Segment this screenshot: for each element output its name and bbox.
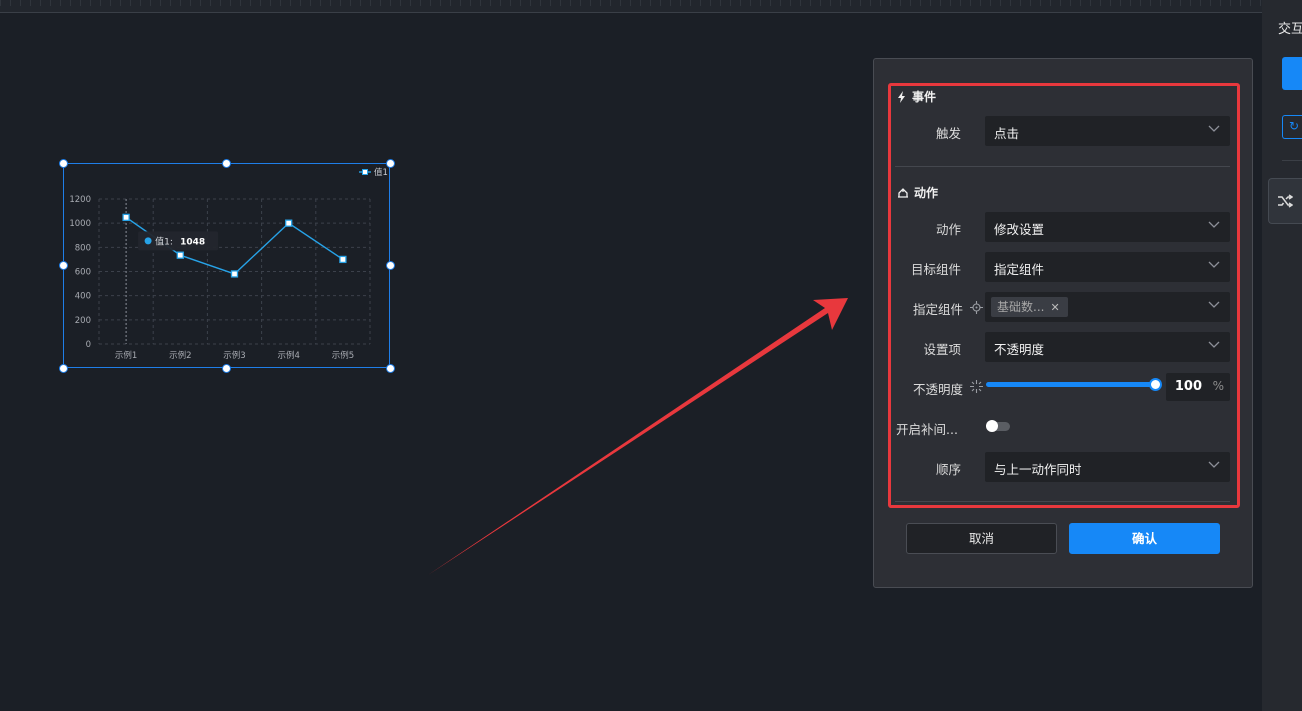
resize-handle-bl[interactable] — [59, 364, 68, 373]
x-tick-label: 示例2 — [169, 350, 191, 361]
top-ruler — [0, 0, 1262, 13]
cancel-button[interactable]: 取消 — [906, 523, 1057, 554]
target-select[interactable]: 指定组件 — [985, 252, 1230, 282]
action-select[interactable]: 修改设置 — [985, 212, 1230, 242]
tooltip-value: 1048 — [180, 237, 205, 247]
order-label: 顺序 — [935, 462, 961, 477]
selected-component-tag: 基础数... ✕ — [991, 297, 1068, 317]
data-point — [230, 270, 239, 278]
right-panel: 交互 ↻ — [1262, 0, 1302, 711]
order-select[interactable]: 与上一动作同时 — [985, 452, 1230, 482]
resize-handle-br[interactable] — [386, 364, 395, 373]
resize-handle-bc[interactable] — [222, 364, 231, 373]
add-interaction-button[interactable] — [1282, 57, 1302, 90]
y-tick-label: 1000 — [69, 219, 91, 229]
resize-handle-tc[interactable] — [222, 159, 231, 168]
x-tick-label: 示例4 — [277, 350, 299, 361]
opacity-input[interactable]: 100 % — [1166, 373, 1230, 401]
opacity-slider-handle[interactable] — [1149, 378, 1162, 391]
sparkle-icon — [970, 380, 983, 393]
section-divider — [895, 166, 1230, 167]
confirm-button[interactable]: 确认 — [1069, 523, 1220, 554]
action-label: 动作 — [935, 222, 961, 237]
tween-toggle[interactable] — [986, 420, 1010, 432]
specified-component-label: 指定组件 — [913, 302, 964, 317]
trigger-select[interactable]: 点击 — [985, 116, 1230, 146]
section-divider — [895, 501, 1230, 502]
tween-label: 开启补间... — [896, 422, 958, 437]
x-tick-label: 示例3 — [223, 350, 245, 361]
opacity-slider-track[interactable] — [986, 382, 1156, 387]
resize-handle-mr[interactable] — [386, 261, 395, 270]
action-icon — [898, 188, 908, 198]
setting-label: 设置项 — [923, 342, 961, 357]
y-tick-label: 600 — [75, 268, 91, 278]
remove-tag-icon[interactable]: ✕ — [1050, 301, 1059, 314]
chevron-down-icon — [1208, 125, 1220, 132]
setting-select[interactable]: 不透明度 — [985, 332, 1230, 362]
tab-interaction[interactable]: 交互 — [1278, 18, 1302, 37]
event-section-title: 事件 — [897, 88, 936, 105]
shuffle-icon — [1278, 194, 1293, 208]
y-tick-label: 0 — [86, 340, 91, 350]
rotate-icon: ↻ — [1289, 119, 1300, 133]
lightning-icon — [898, 90, 905, 103]
action-section-title: 动作 — [897, 184, 938, 201]
rotate-button[interactable]: ↻ — [1282, 115, 1302, 139]
y-tick-label: 200 — [75, 316, 91, 326]
y-tick-label: 1200 — [69, 195, 91, 205]
x-tick-label: 示例1 — [115, 350, 137, 361]
specified-component-select[interactable]: 基础数... ✕ — [985, 292, 1230, 322]
line-chart: 1200 1000 800 600 400 200 0 示例1 示例2 示例3 示例4 示例5 值1 值1… — [69, 167, 388, 361]
chevron-down-icon — [1208, 301, 1220, 308]
resize-handle-ml[interactable] — [59, 261, 68, 270]
y-tick-label: 400 — [75, 292, 91, 302]
line-chart-widget[interactable]: 1200 1000 800 600 400 200 0 示例1 示例2 示例3 示例4 示例5 值1 值1… — [63, 163, 390, 368]
opacity-label: 不透明度 — [913, 382, 964, 397]
data-point — [339, 255, 347, 264]
tooltip-label: 值1: — [155, 235, 173, 247]
chevron-down-icon — [1208, 261, 1220, 268]
legend-label: 值1 — [374, 167, 388, 178]
trigger-label: 触发 — [935, 126, 961, 141]
resize-handle-tl[interactable] — [59, 159, 68, 168]
chevron-down-icon — [1208, 461, 1220, 468]
chevron-down-icon — [1208, 341, 1220, 348]
shuffle-button[interactable] — [1268, 178, 1302, 224]
x-tick-label: 示例5 — [332, 350, 354, 361]
target-icon[interactable] — [970, 301, 983, 314]
data-point — [122, 213, 130, 222]
chevron-down-icon — [1208, 221, 1220, 228]
legend-marker — [362, 169, 368, 175]
y-tick-label: 800 — [75, 243, 91, 253]
data-point — [285, 219, 293, 227]
data-point — [176, 251, 184, 259]
resize-handle-tr[interactable] — [386, 159, 395, 168]
panel-divider — [1282, 160, 1302, 161]
tooltip-marker — [144, 237, 152, 245]
target-label: 目标组件 — [910, 262, 961, 277]
